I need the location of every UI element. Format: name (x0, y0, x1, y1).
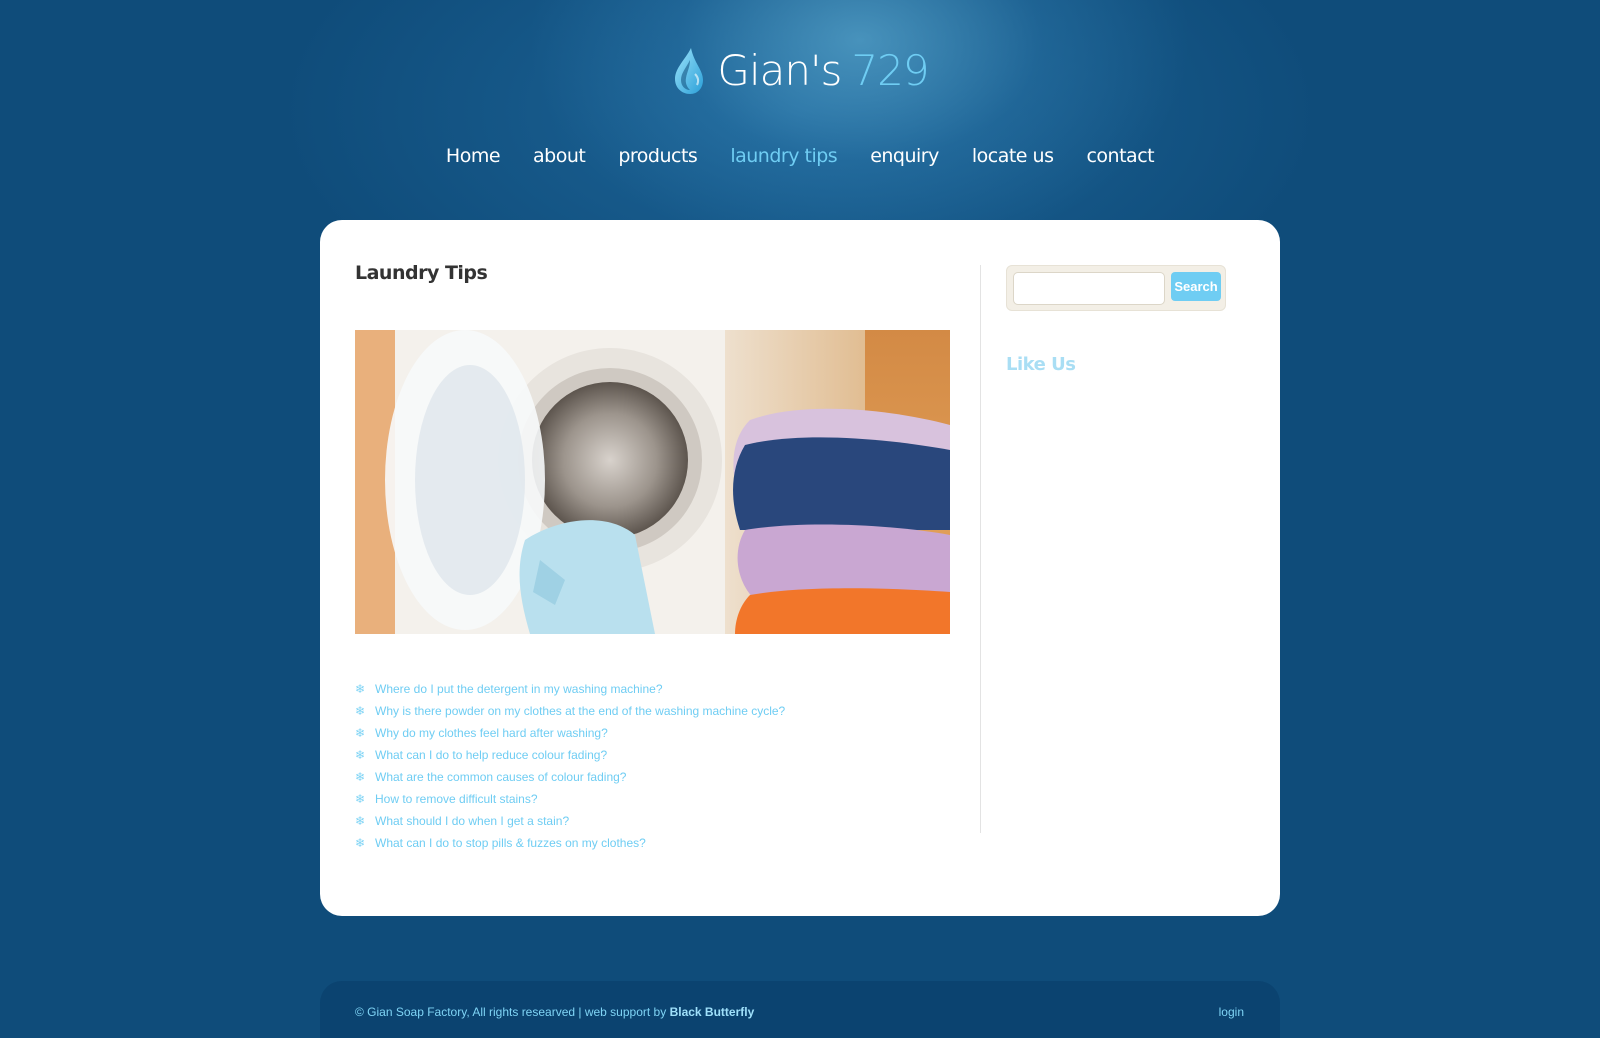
site-logo[interactable]: Gian's 729 (0, 46, 1600, 96)
faq-item[interactable]: ❄ Where do I put the detergent in my wash… (355, 678, 785, 700)
faq-item[interactable]: ❄ What can I do to help reduce colour fad… (355, 744, 785, 766)
faq-link[interactable]: What can I do to stop pills & fuzzes on … (375, 836, 646, 850)
snowflake-bullet-icon: ❄ (355, 770, 366, 784)
snowflake-bullet-icon: ❄ (355, 748, 366, 762)
faq-link[interactable]: How to remove difficult stains? (375, 792, 538, 806)
snowflake-bullet-icon: ❄ (355, 726, 366, 740)
faq-link[interactable]: What should I do when I get a stain? (375, 814, 569, 828)
faq-item[interactable]: ❄ Why is there powder on my clothes at th… (355, 700, 785, 722)
page-title: Laundry Tips (355, 262, 488, 284)
logo-number: 729 (851, 46, 929, 95)
faq-item[interactable]: ❄ What are the common causes of colour fa… (355, 766, 785, 788)
faq-link[interactable]: What can I do to help reduce colour fadi… (375, 748, 607, 762)
copyright-label: © Gian Soap Factory, All rights researve… (355, 1005, 670, 1019)
faq-link[interactable]: Why do my clothes feel hard after washin… (375, 726, 608, 740)
faq-item[interactable]: ❄ What can I do to stop pills & fuzzes on… (355, 832, 785, 854)
snowflake-bullet-icon: ❄ (355, 682, 366, 696)
logo-name: Gian's (717, 46, 842, 95)
faq-link[interactable]: What are the common causes of colour fad… (375, 770, 626, 784)
nav-item-home[interactable]: Home (446, 145, 501, 167)
snowflake-bullet-icon: ❄ (355, 792, 366, 806)
main-nav: Home about products laundry tips enquiry… (0, 145, 1600, 167)
faq-item[interactable]: ❄ How to remove difficult stains? (355, 788, 785, 810)
nav-item-about[interactable]: about (533, 145, 586, 167)
faq-item[interactable]: ❄ What should I do when I get a stain? (355, 810, 785, 832)
copyright-text: © Gian Soap Factory, All rights researve… (355, 1005, 754, 1019)
credit-link[interactable]: Black Butterfly (670, 1005, 755, 1019)
login-link[interactable]: login (1219, 1005, 1244, 1019)
snowflake-bullet-icon: ❄ (355, 836, 366, 850)
nav-item-enquiry[interactable]: enquiry (870, 145, 939, 167)
logo-text: Gian's 729 (717, 50, 929, 92)
nav-item-laundry-tips[interactable]: laundry tips (730, 145, 837, 167)
washing-machine-photo (355, 330, 950, 634)
snowflake-bullet-icon: ❄ (355, 814, 366, 828)
search-box: Search (1006, 265, 1226, 311)
nav-item-products[interactable]: products (618, 145, 697, 167)
search-input[interactable] (1013, 272, 1165, 305)
water-drop-icon (675, 48, 704, 94)
faq-link[interactable]: Why is there powder on my clothes at the… (375, 704, 785, 718)
faq-list: ❄ Where do I put the detergent in my wash… (355, 678, 785, 854)
like-us-title: Like Us (1006, 354, 1076, 375)
search-button[interactable]: Search (1171, 272, 1221, 301)
faq-link[interactable]: Where do I put the detergent in my washi… (375, 682, 663, 696)
footer: © Gian Soap Factory, All rights researve… (320, 981, 1280, 1038)
faq-item[interactable]: ❄ Why do my clothes feel hard after washi… (355, 722, 785, 744)
nav-item-contact[interactable]: contact (1086, 145, 1154, 167)
column-divider (980, 265, 981, 833)
content-card: Laundry Tips ❄ Where do I put the deterg… (320, 220, 1280, 916)
nav-item-locate-us[interactable]: locate us (972, 145, 1054, 167)
snowflake-bullet-icon: ❄ (355, 704, 366, 718)
